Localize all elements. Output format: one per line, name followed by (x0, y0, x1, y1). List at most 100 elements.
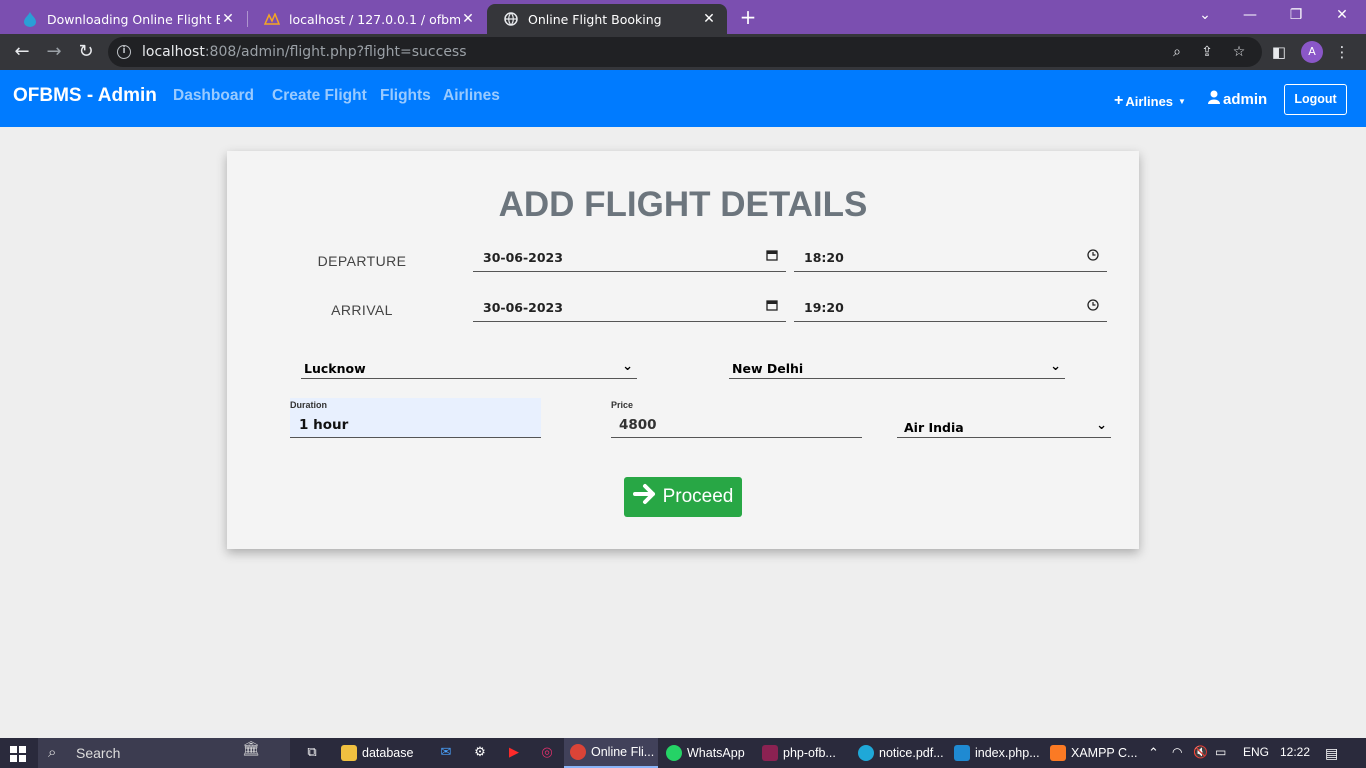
close-icon[interactable]: ✕ (460, 11, 476, 27)
plus-icon: + (1114, 92, 1124, 109)
profile-avatar[interactable]: A (1301, 41, 1323, 63)
chevron-down-icon: ⌄ (622, 359, 633, 374)
site-info-icon[interactable]: i (117, 45, 131, 59)
chevron-down-icon: ⌄ (1050, 359, 1061, 374)
page-title: ADD FLIGHT DETAILS (498, 185, 868, 224)
taskbar-app-edge[interactable]: notice.pdf... (852, 738, 944, 768)
menu-dots-icon[interactable]: ⋮ (1332, 42, 1352, 62)
search-highlight-icon: 🏛 (242, 741, 260, 757)
tab-title: Online Flight Booking (528, 11, 662, 27)
battery-icon[interactable]: ▭ (1215, 745, 1226, 759)
user-menu[interactable]: admin (1208, 90, 1267, 108)
clock[interactable]: 12:22 (1280, 745, 1310, 759)
user-icon (1208, 90, 1220, 108)
arrival-label: ARRIVAL (331, 302, 393, 318)
zoom-search-icon[interactable]: ⌕ (1168, 44, 1186, 60)
vscode-icon (954, 745, 970, 761)
airlines-dropdown[interactable]: + Airlines ▼ (1114, 92, 1186, 110)
reload-icon[interactable]: ↻ (74, 40, 98, 64)
proceed-button[interactable]: Proceed (624, 477, 742, 517)
calendar-icon[interactable] (766, 299, 778, 314)
duration-input[interactable]: Duration 1 hour (290, 398, 541, 438)
bookmark-star-icon[interactable]: ☆ (1230, 44, 1248, 60)
close-icon[interactable]: ✕ (220, 11, 236, 27)
tab-title: localhost / 127.0.0.1 / ofbms_db (289, 11, 460, 27)
price-input[interactable]: Price 4800 (611, 398, 862, 438)
taskbar-app-database[interactable]: database (335, 738, 427, 768)
nav-link-create-flight[interactable]: Create Flight (272, 87, 367, 105)
address-bar[interactable]: i localhost:808/admin/flight.php?flight=… (108, 37, 1262, 67)
side-panel-icon[interactable]: ◧ (1269, 42, 1289, 62)
minimize-button[interactable]: — (1228, 4, 1272, 26)
share-icon[interactable]: ⇪ (1198, 44, 1216, 60)
nav-link-dashboard[interactable]: Dashboard (173, 87, 254, 105)
taskbar-app-winrar[interactable]: php-ofb... (756, 738, 848, 768)
taskbar-app-xampp[interactable]: XAMPP C... (1044, 738, 1138, 768)
arrow-right-icon (632, 483, 657, 511)
phpmyadmin-icon (264, 11, 280, 27)
restore-button[interactable]: ❐ (1274, 4, 1318, 26)
add-flight-card: ADD FLIGHT DETAILS DEPARTURE 30-06-2023 … (227, 151, 1139, 549)
windows-start-icon[interactable] (10, 746, 26, 762)
site-navbar: OFBMS - Admin Dashboard Create Flight Fl… (0, 70, 1366, 127)
browser-toolbar: ← → ↻ i localhost:808/admin/flight.php?f… (0, 34, 1366, 70)
browser-tab-bar: Downloading Online Flight Booki ✕ localh… (0, 0, 1366, 34)
tab-search-chevron-icon[interactable]: ⌄ (1183, 4, 1227, 26)
airline-select[interactable]: Air India ⌄ (897, 418, 1111, 438)
xampp-icon (1050, 745, 1066, 761)
drupal-drop-icon (22, 11, 38, 27)
url-text[interactable]: localhost:808/admin/flight.php?flight=su… (142, 44, 467, 60)
windows-taskbar: ⌕ Search 🏛 ⧉ database ✉ ⚙ ▶ ◎ Online Fli… (0, 738, 1366, 768)
tray-chevron-up-icon[interactable]: ⌃ (1148, 745, 1159, 761)
from-city-select[interactable]: Lucknow ⌄ (301, 359, 637, 379)
price-label: Price (611, 400, 634, 410)
clock-icon[interactable] (1087, 249, 1099, 264)
language-indicator[interactable]: ENG (1243, 745, 1269, 759)
taskbar-search[interactable]: ⌕ Search 🏛 (38, 738, 290, 768)
departure-label: DEPARTURE (317, 253, 407, 269)
browser-tab-download[interactable]: Downloading Online Flight Booki ✕ (6, 4, 246, 34)
caret-down-icon: ▼ (1178, 96, 1186, 106)
departure-date-input[interactable]: 30-06-2023 (473, 246, 786, 272)
whatsapp-icon (666, 745, 682, 761)
edge-icon (858, 745, 874, 761)
browser-tab-active[interactable]: Online Flight Booking ✕ (487, 4, 727, 34)
instagram-icon[interactable]: ◎ (538, 744, 556, 762)
taskbar-app-chrome[interactable]: Online Fli... (564, 738, 658, 768)
globe-icon (503, 11, 519, 27)
proceed-label: Proceed (662, 486, 734, 507)
arrival-date-input[interactable]: 30-06-2023 (473, 296, 786, 322)
calendar-icon[interactable] (766, 249, 778, 264)
nav-link-airlines[interactable]: Airlines (443, 87, 500, 105)
browser-tab-phpmyadmin[interactable]: localhost / 127.0.0.1 / ofbms_db ✕ (248, 4, 486, 34)
winrar-icon (762, 745, 778, 761)
new-tab-button[interactable]: + (737, 5, 759, 29)
nav-link-flights[interactable]: Flights (380, 87, 431, 105)
taskbar-app-vscode[interactable]: index.php... (948, 738, 1040, 768)
to-city-select[interactable]: New Delhi ⌄ (729, 359, 1065, 379)
folder-icon (341, 745, 357, 761)
logout-button[interactable]: Logout (1284, 84, 1347, 115)
departure-time-input[interactable]: 18:20 (794, 246, 1107, 272)
brand-logo[interactable]: OFBMS - Admin (13, 85, 157, 107)
chevron-down-icon: ⌄ (1096, 418, 1107, 433)
tab-title: Downloading Online Flight Booki (47, 11, 220, 27)
username: admin (1223, 90, 1268, 108)
speaker-muted-icon[interactable]: 🔇 (1193, 745, 1208, 759)
wifi-icon[interactable]: ◠ (1172, 745, 1182, 759)
forward-arrow-icon[interactable]: → (42, 40, 66, 64)
mail-icon[interactable]: ✉ (437, 744, 455, 762)
notifications-icon[interactable]: ▤ (1325, 745, 1338, 762)
taskbar-app-whatsapp[interactable]: WhatsApp (660, 738, 752, 768)
close-window-button[interactable]: ✕ (1320, 4, 1364, 26)
youtube-icon[interactable]: ▶ (505, 744, 523, 762)
duration-label: Duration (290, 400, 327, 410)
arrival-time-input[interactable]: 19:20 (794, 296, 1107, 322)
settings-gear-icon[interactable]: ⚙ (471, 744, 489, 762)
back-arrow-icon[interactable]: ← (10, 40, 34, 64)
clock-icon[interactable] (1087, 299, 1099, 314)
search-icon: ⌕ (48, 743, 57, 761)
airlines-dropdown-label: Airlines (1125, 93, 1174, 109)
close-icon[interactable]: ✕ (701, 11, 717, 27)
task-view-icon[interactable]: ⧉ (303, 744, 321, 762)
